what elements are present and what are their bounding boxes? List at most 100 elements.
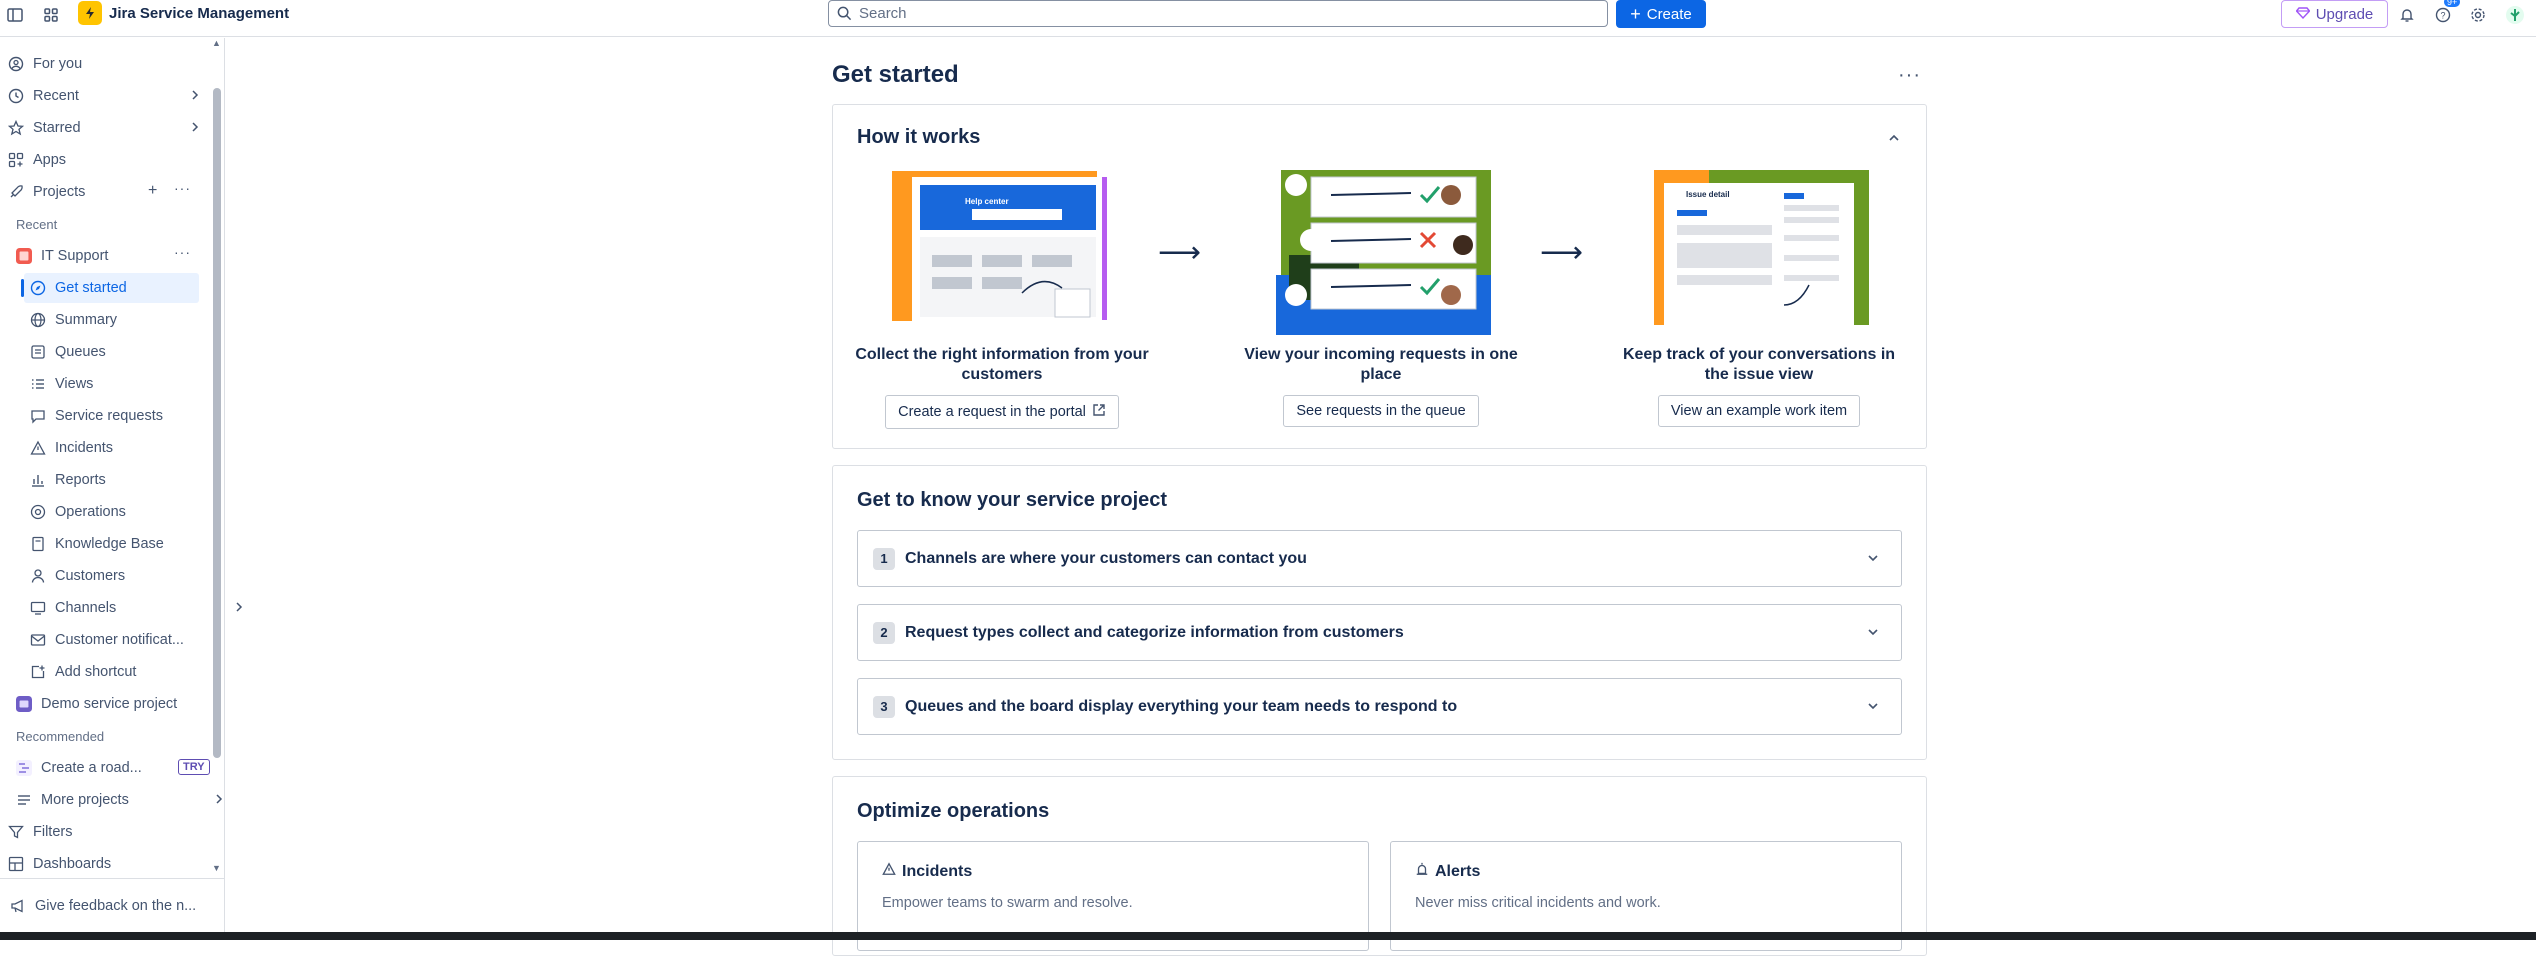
search-placeholder: Search — [859, 5, 907, 22]
issue-view-illustration: Issue detail — [1649, 165, 1869, 335]
app-switcher-icon[interactable] — [39, 3, 63, 27]
sidebar-item-incidents[interactable]: Incidents — [30, 433, 235, 463]
app-name[interactable]: Jira Service Management — [109, 5, 289, 22]
step-number: 2 — [873, 621, 895, 644]
rocket-icon — [8, 184, 24, 200]
menu-icon — [16, 792, 32, 808]
apps-icon — [8, 152, 24, 168]
sidebar-item-queues[interactable]: Queues — [30, 337, 235, 367]
accordion-channels[interactable]: 1 Channels are where your customers can … — [857, 530, 1902, 587]
search-input[interactable]: Search — [828, 0, 1608, 27]
see-requests-queue-button[interactable]: See requests in the queue — [1283, 395, 1479, 427]
settings-gear-icon[interactable] — [2466, 3, 2490, 27]
add-project-icon[interactable]: + — [148, 182, 157, 200]
how-it-works-card: How it works Help center Collect the rig… — [832, 104, 1927, 449]
sidebar-item-customer-notifications[interactable]: Customer notificat... — [30, 625, 235, 655]
compass-icon — [30, 280, 46, 296]
incidents-desc: Empower teams to swarm and resolve. — [882, 895, 1133, 911]
create-label: Create — [1646, 5, 1692, 23]
sidebar-scrollbar[interactable] — [213, 88, 221, 758]
scroll-down-icon[interactable]: ▼ — [212, 863, 221, 873]
search-icon — [837, 6, 852, 25]
sidebar-item-add-shortcut[interactable]: Add shortcut — [30, 657, 235, 687]
sidebar-item-label: Get started — [55, 280, 127, 296]
sidebar-item-it-support[interactable]: IT Support ··· — [16, 241, 221, 271]
project-avatar-icon — [16, 248, 32, 264]
sidebar-item-channels[interactable]: Channels — [30, 593, 243, 623]
chevron-up-icon[interactable] — [1888, 131, 1900, 149]
scroll-up-icon[interactable]: ▲ — [212, 38, 221, 48]
sidebar-item-views[interactable]: Views — [30, 369, 235, 399]
monitor-icon — [30, 600, 46, 616]
sidebar-item-reports[interactable]: Reports — [30, 465, 235, 495]
upgrade-button[interactable]: Upgrade — [2281, 0, 2388, 28]
create-request-portal-button[interactable]: Create a request in the portal — [885, 395, 1119, 429]
dashboard-icon — [8, 856, 24, 872]
how-step-text: Keep track of your conversations in the … — [1622, 346, 1896, 383]
roadmap-icon — [16, 760, 32, 776]
accordion-label: Request types collect and categorize inf… — [905, 623, 1404, 641]
how-it-works-title: How it works — [857, 126, 981, 148]
sidebar-item-get-started[interactable]: Get started — [21, 273, 199, 303]
jira-logo-icon[interactable] — [78, 1, 102, 25]
sidebar-item-apps[interactable]: Apps — [8, 145, 213, 175]
window-bottom-edge — [0, 932, 2536, 940]
get-to-know-card: Get to know your service project 1 Chann… — [832, 465, 1927, 760]
issue-detail-label: Issue detail — [1686, 190, 1730, 199]
sidebar-item-label: Add shortcut — [55, 664, 137, 680]
how-step-text: View your incoming requests in one place — [1244, 346, 1518, 383]
sidebar-item-label: Views — [55, 376, 94, 392]
sidebar-item-demo-project[interactable]: Demo service project — [16, 689, 221, 719]
book-icon — [30, 536, 46, 552]
sidebar-item-filters[interactable]: Filters — [8, 817, 213, 847]
sidebar-item-customers[interactable]: Customers — [30, 561, 235, 591]
sidebar-item-recent[interactable]: Recent — [8, 81, 213, 111]
how-step-3: Issue detail Keep track of your conversa… — [1609, 165, 1909, 427]
sidebar-item-summary[interactable]: Summary — [30, 305, 235, 335]
chevron-down-icon — [1867, 699, 1879, 717]
how-step-2: View your incoming requests in one place… — [1231, 165, 1531, 427]
avatar[interactable] — [2503, 3, 2527, 27]
create-button[interactable]: + Create — [1616, 0, 1706, 28]
help-center-illustration: Help center — [892, 165, 1112, 335]
sidebar-item-dashboards[interactable]: Dashboards — [8, 849, 213, 879]
add-shortcut-icon — [30, 664, 46, 680]
notifications-icon[interactable] — [2395, 3, 2419, 27]
sidebar-item-knowledge-base[interactable]: Knowledge Base — [30, 529, 235, 559]
sidebar-item-label: Reports — [55, 472, 106, 488]
sidebar-section-recent: Recent — [16, 217, 58, 232]
sidebar-item-service-requests[interactable]: Service requests — [30, 401, 235, 431]
sidebar-footer: Give feedback on the n... — [0, 878, 225, 940]
more-icon[interactable]: ··· — [174, 180, 191, 196]
sidebar-item-projects[interactable]: Projects + ··· — [8, 177, 213, 207]
more-actions-icon[interactable]: ··· — [1898, 64, 1921, 87]
queues-icon — [30, 344, 46, 360]
button-label: Create a request in the portal — [898, 404, 1086, 420]
sidebar-item-create-roadmap[interactable]: Create a road... TRY — [16, 753, 221, 783]
megaphone-icon — [10, 898, 26, 914]
feedback-label: Give feedback on the n... — [35, 898, 197, 914]
queue-illustration — [1271, 165, 1491, 335]
sidebar-item-more-projects[interactable]: More projects — [16, 785, 223, 815]
card-title-label: Alerts — [1435, 862, 1481, 880]
give-feedback-button[interactable]: Give feedback on the n... — [10, 891, 220, 921]
sidebar-item-for-you[interactable]: For you — [8, 49, 213, 79]
sidebar-item-label: For you — [33, 56, 83, 72]
step-number: 1 — [873, 547, 895, 570]
sidebar-item-operations[interactable]: Operations — [30, 497, 235, 527]
sidebar-item-label: Service requests — [55, 408, 163, 424]
filter-icon — [8, 824, 24, 840]
top-navigation: Jira Service Management Search + Create … — [0, 0, 2536, 37]
more-icon[interactable]: ··· — [174, 244, 191, 260]
accordion-queues-board[interactable]: 3 Queues and the board display everythin… — [857, 678, 1902, 735]
warning-icon — [882, 862, 896, 881]
accordion-request-types[interactable]: 2 Request types collect and categorize i… — [857, 604, 1902, 661]
sidebar-item-label: Customers — [55, 568, 126, 584]
sidebar-toggle-icon[interactable] — [3, 3, 27, 27]
sidebar-item-label: Knowledge Base — [55, 536, 164, 552]
sidebar-item-label: Demo service project — [41, 696, 178, 712]
sidebar-item-starred[interactable]: Starred — [8, 113, 213, 143]
optimize-operations-card: Optimize operations Incidents Empower te… — [832, 776, 1927, 956]
view-example-work-item-button[interactable]: View an example work item — [1657, 395, 1861, 427]
sidebar-item-label: Summary — [55, 312, 118, 328]
